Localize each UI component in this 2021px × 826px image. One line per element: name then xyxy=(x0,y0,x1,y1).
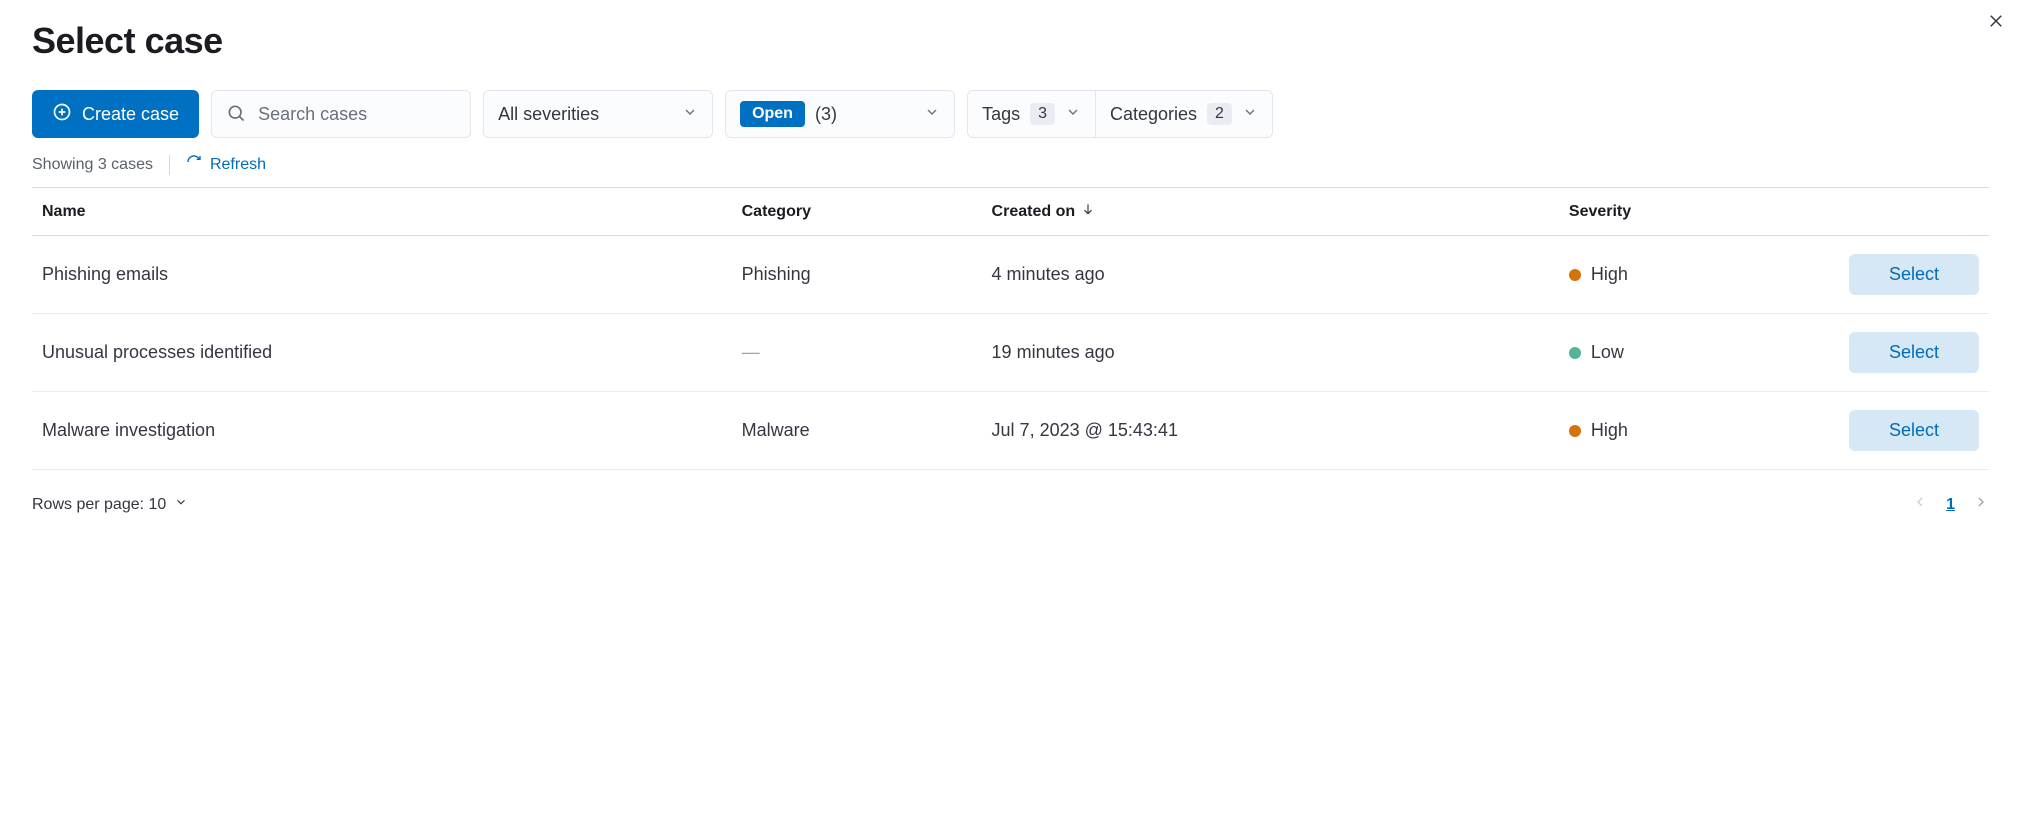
status-count: (3) xyxy=(815,104,837,125)
rows-per-page[interactable]: Rows per page: 10 xyxy=(32,495,188,514)
sort-desc-icon xyxy=(1081,202,1095,221)
create-case-label: Create case xyxy=(82,104,179,125)
table-footer: Rows per page: 10 1 xyxy=(32,494,1989,515)
severity-label: High xyxy=(1591,264,1628,285)
page-number[interactable]: 1 xyxy=(1946,496,1955,514)
chevron-down-icon xyxy=(174,495,188,514)
chevron-down-icon xyxy=(1065,104,1081,125)
categories-filter[interactable]: Categories 2 xyxy=(1096,91,1272,137)
chevron-down-icon xyxy=(1242,104,1258,125)
cell-category: Malware xyxy=(732,392,982,470)
cell-created: Jul 7, 2023 @ 15:43:41 xyxy=(982,392,1559,470)
cases-table: Name Category Created on Severity Phishi… xyxy=(32,187,1989,470)
search-input[interactable] xyxy=(258,104,456,125)
next-page-button[interactable] xyxy=(1973,494,1989,515)
status-row: Showing 3 cases Refresh xyxy=(32,154,1989,175)
status-divider xyxy=(169,155,170,175)
tags-filter[interactable]: Tags 3 xyxy=(968,91,1095,137)
select-button[interactable]: Select xyxy=(1849,410,1979,451)
cell-name: Phishing emails xyxy=(32,236,732,314)
severity-dot xyxy=(1569,425,1581,437)
showing-count: Showing 3 cases xyxy=(32,156,153,174)
cell-name: Malware investigation xyxy=(32,392,732,470)
refresh-icon xyxy=(186,154,202,175)
col-category[interactable]: Category xyxy=(732,188,982,236)
page-title: Select case xyxy=(32,20,1989,62)
cell-severity: High xyxy=(1559,236,1789,314)
col-name[interactable]: Name xyxy=(32,188,732,236)
col-severity[interactable]: Severity xyxy=(1559,188,1789,236)
severity-filter-label: All severities xyxy=(498,104,599,125)
prev-page-button[interactable] xyxy=(1912,494,1928,515)
col-created-label: Created on xyxy=(992,203,1076,221)
cell-category: Phishing xyxy=(732,236,982,314)
severity-label: Low xyxy=(1591,342,1624,363)
cell-category: — xyxy=(732,314,982,392)
select-button[interactable]: Select xyxy=(1849,254,1979,295)
severity-label: High xyxy=(1591,420,1628,441)
pager: 1 xyxy=(1912,494,1989,515)
severity-dot xyxy=(1569,269,1581,281)
chevron-down-icon xyxy=(924,104,940,125)
tags-filter-label: Tags xyxy=(982,104,1020,125)
status-badge: Open xyxy=(740,101,805,127)
tags-count-badge: 3 xyxy=(1030,103,1055,125)
create-case-button[interactable]: Create case xyxy=(32,90,199,138)
categories-filter-label: Categories xyxy=(1110,104,1197,125)
cell-name: Unusual processes identified xyxy=(32,314,732,392)
severity-filter[interactable]: All severities xyxy=(483,90,713,138)
chevron-down-icon xyxy=(682,104,698,125)
table-row: Phishing emails Phishing 4 minutes ago H… xyxy=(32,236,1989,314)
toolbar: Create case All severities Open (3) Tags… xyxy=(32,90,1989,138)
table-row: Unusual processes identified — 19 minute… xyxy=(32,314,1989,392)
severity-dot xyxy=(1569,347,1581,359)
close-icon[interactable] xyxy=(1987,12,2005,33)
select-button[interactable]: Select xyxy=(1849,332,1979,373)
col-created[interactable]: Created on xyxy=(982,188,1559,236)
refresh-label: Refresh xyxy=(210,156,266,174)
plus-circle-icon xyxy=(52,102,72,127)
search-icon xyxy=(226,103,246,126)
col-action xyxy=(1789,188,1989,236)
categories-count-badge: 2 xyxy=(1207,103,1232,125)
cell-created: 4 minutes ago xyxy=(982,236,1559,314)
cell-severity: Low xyxy=(1559,314,1789,392)
tags-categories-filter: Tags 3 Categories 2 xyxy=(967,90,1273,138)
rows-per-page-label: Rows per page: 10 xyxy=(32,496,166,514)
search-input-wrap[interactable] xyxy=(211,90,471,138)
refresh-button[interactable]: Refresh xyxy=(186,154,266,175)
cell-created: 19 minutes ago xyxy=(982,314,1559,392)
status-filter[interactable]: Open (3) xyxy=(725,90,955,138)
cell-severity: High xyxy=(1559,392,1789,470)
table-row: Malware investigation Malware Jul 7, 202… xyxy=(32,392,1989,470)
